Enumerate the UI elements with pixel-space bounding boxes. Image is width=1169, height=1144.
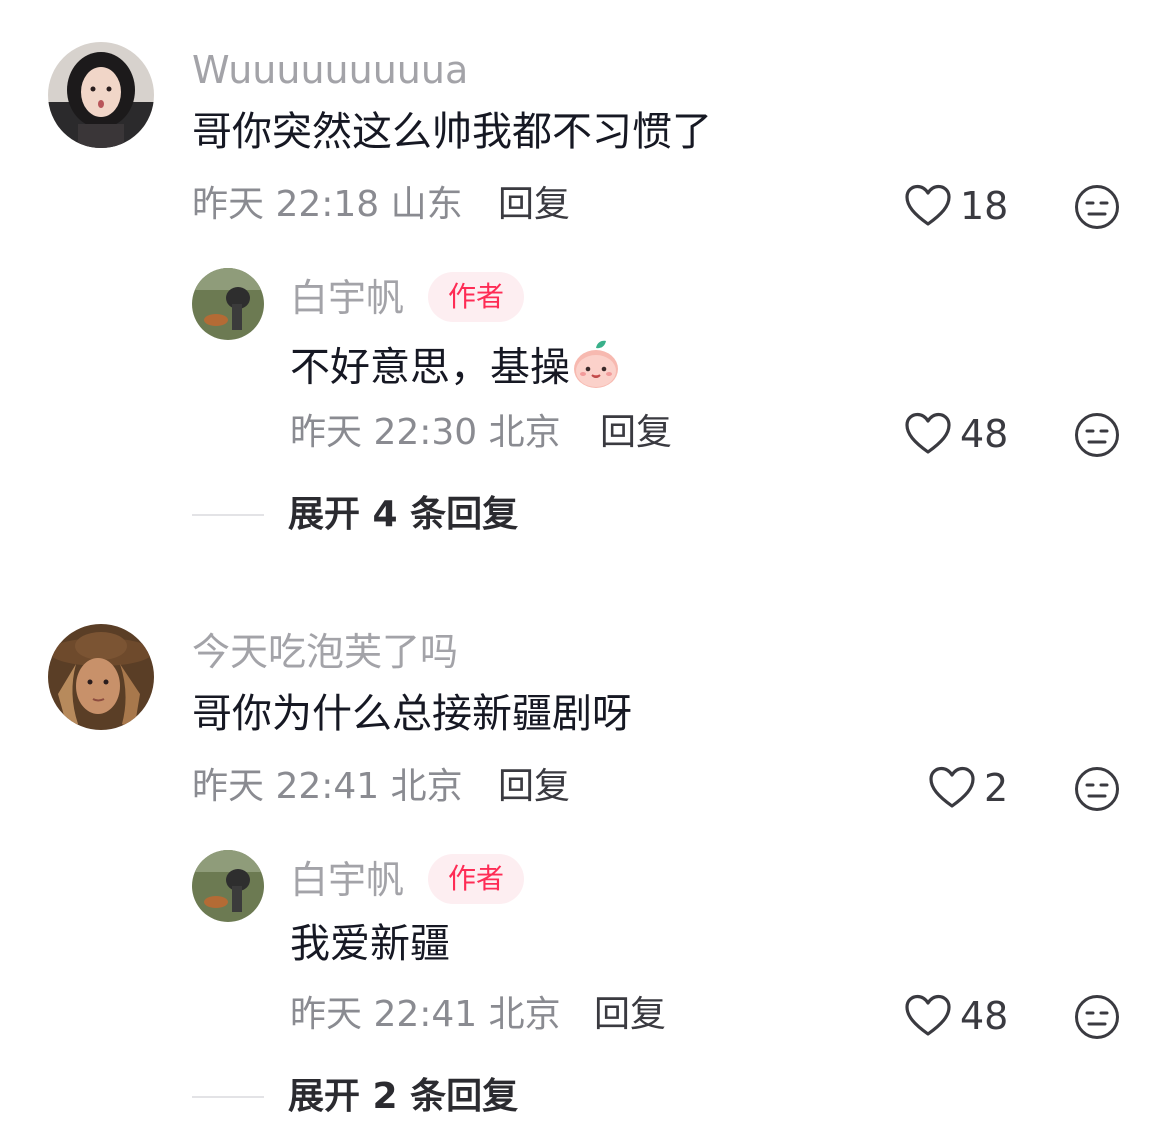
heart-outline-icon [905, 184, 951, 226]
reply-text: 我爱新疆 [290, 921, 450, 967]
reply-button[interactable]: 回复 [498, 184, 570, 226]
heart-outline-icon [905, 994, 951, 1036]
reply-location: 北京 [488, 994, 561, 1035]
reply-location: 北京 [488, 412, 561, 453]
neutral-face-icon [1075, 995, 1119, 1039]
like-count: 18 [960, 184, 1009, 228]
expand-divider [192, 514, 264, 516]
comment-meta: 昨天 22:18 山东 [192, 184, 463, 226]
commenter-username[interactable]: Wuuuuuuuuua [192, 48, 468, 92]
neutral-face-icon [1075, 413, 1119, 457]
like-count: 48 [960, 994, 1009, 1038]
reply-meta: 昨天 22:30 北京 [290, 412, 561, 454]
expand-replies-label: 展开 2 条回复 [288, 1076, 519, 1117]
comment-time: 昨天 22:18 [192, 184, 380, 225]
heart-outline-icon [905, 412, 951, 454]
commenter-username[interactable]: 今天吃泡芙了吗 [192, 630, 458, 674]
comment-time: 昨天 22:41 [192, 766, 380, 807]
comment-text: 哥你突然这么帅我都不习惯了 [192, 109, 712, 155]
dislike-button[interactable] [1074, 766, 1120, 816]
reply-meta: 昨天 22:41 北京 [290, 994, 561, 1036]
peach-face-emoji [570, 338, 622, 401]
neutral-face-icon [1075, 185, 1119, 229]
comment-text: 哥你为什么总接新疆剧呀 [192, 691, 632, 737]
author-username[interactable]: 白宇帆 [290, 276, 404, 320]
like-count: 48 [960, 412, 1009, 456]
comment-location: 山东 [390, 184, 463, 225]
heart-outline-icon [929, 766, 975, 808]
like-button[interactable]: 48 [904, 412, 1008, 456]
avatar-author[interactable] [192, 268, 264, 340]
reply-button[interactable]: 回复 [498, 766, 570, 808]
expand-replies-button[interactable]: 展开 2 条回复 [192, 1076, 518, 1118]
like-button[interactable]: 2 [928, 766, 1008, 810]
author-username[interactable]: 白宇帆 [290, 858, 404, 902]
comment-location: 北京 [390, 766, 463, 807]
reply-time: 昨天 22:30 [290, 412, 478, 453]
avatar-author[interactable] [192, 850, 264, 922]
expand-divider [192, 1096, 264, 1098]
author-badge: 作者 [428, 272, 525, 322]
like-button[interactable]: 48 [904, 994, 1008, 1038]
reply-button[interactable]: 回复 [594, 994, 666, 1036]
reply-text-body: 不好意思，基操 [290, 344, 570, 391]
avatar-commenter-1[interactable] [48, 42, 154, 148]
avatar-commenter-2[interactable] [48, 624, 154, 730]
neutral-face-icon [1075, 767, 1119, 811]
reply-button[interactable]: 回复 [600, 412, 672, 454]
dislike-button[interactable] [1074, 184, 1120, 234]
dislike-button[interactable] [1074, 412, 1120, 462]
reply-text: 不好意思，基操 [290, 338, 622, 401]
comment-meta: 昨天 22:41 北京 [192, 766, 463, 808]
reply-time: 昨天 22:41 [290, 994, 478, 1035]
expand-replies-button[interactable]: 展开 4 条回复 [192, 494, 518, 536]
like-count: 2 [984, 766, 1009, 810]
expand-replies-label: 展开 4 条回复 [288, 494, 519, 535]
like-button[interactable]: 18 [904, 184, 1008, 228]
author-badge: 作者 [428, 854, 525, 904]
dislike-button[interactable] [1074, 994, 1120, 1044]
